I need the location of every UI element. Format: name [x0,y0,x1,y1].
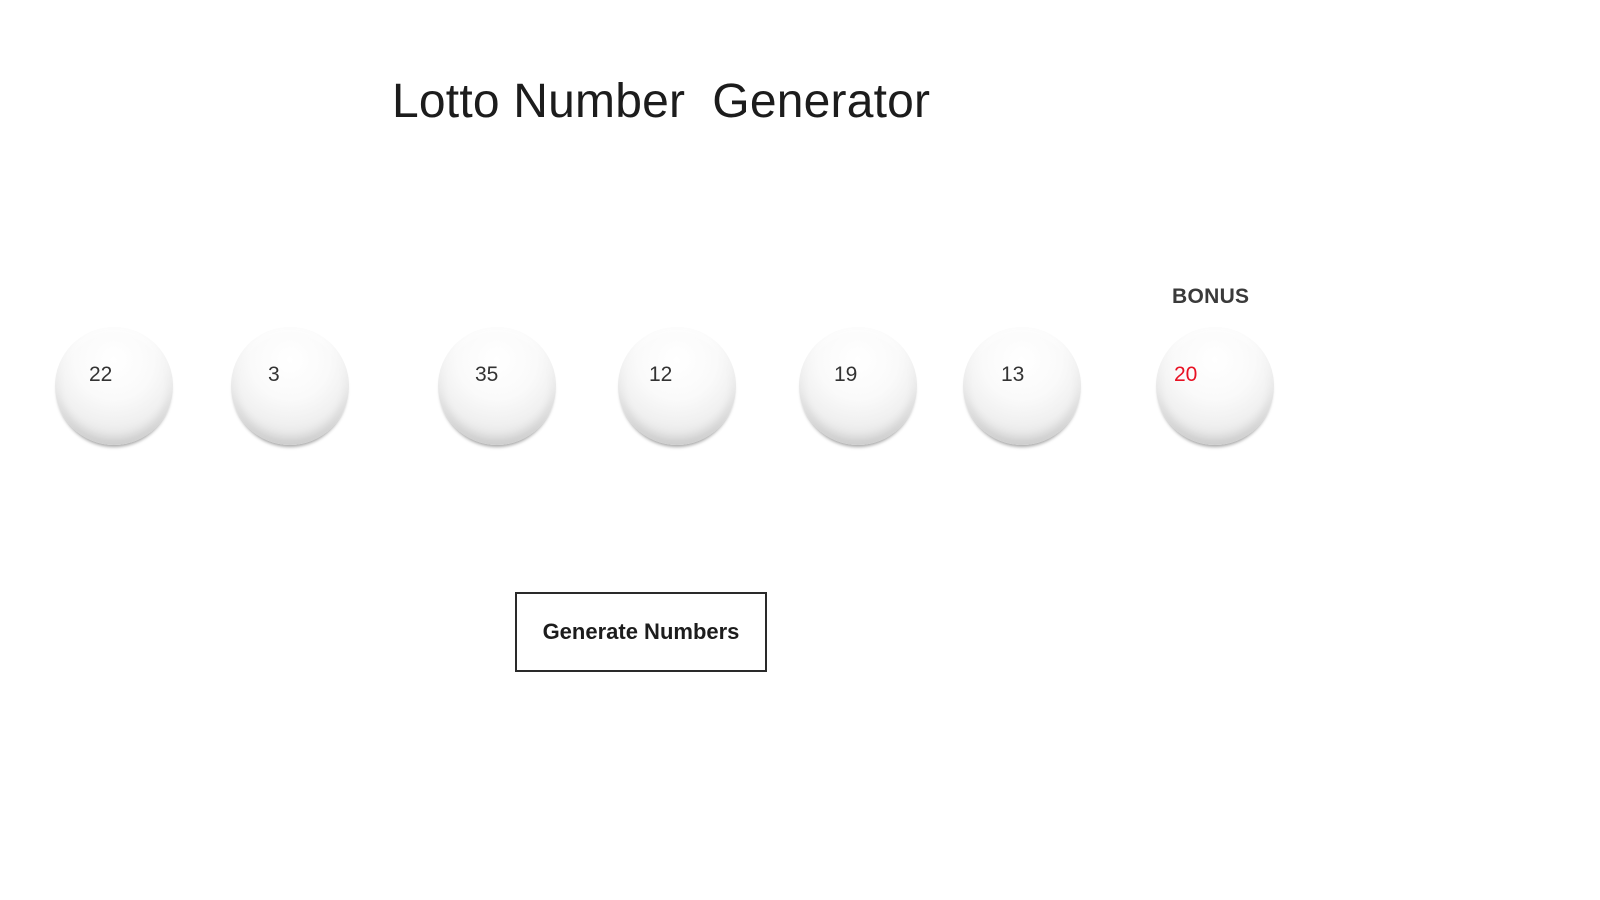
lotto-ball-5: 19 [799,327,917,445]
ball-number: 35 [475,363,499,386]
lotto-ball-4: 12 [618,327,736,445]
lotto-ball-3: 35 [438,327,556,445]
ball-number: 22 [89,363,113,386]
lotto-ball-1: 22 [55,327,173,445]
ball-number: 12 [649,363,673,386]
lotto-ball-6: 13 [963,327,1081,445]
bonus-ball: 20 [1156,327,1274,445]
generate-numbers-button[interactable]: Generate Numbers [515,592,767,672]
ball-number: 13 [1001,363,1025,386]
app-window: Lotto Number Generator 22 3 35 12 19 13 … [0,0,1600,900]
ball-number: 19 [834,363,858,386]
lotto-ball-2: 3 [231,327,349,445]
bonus-ball-number: 20 [1174,363,1198,386]
ball-number: 3 [268,363,280,386]
page-title: Lotto Number Generator [392,75,931,128]
bonus-label: BONUS [1172,285,1250,308]
